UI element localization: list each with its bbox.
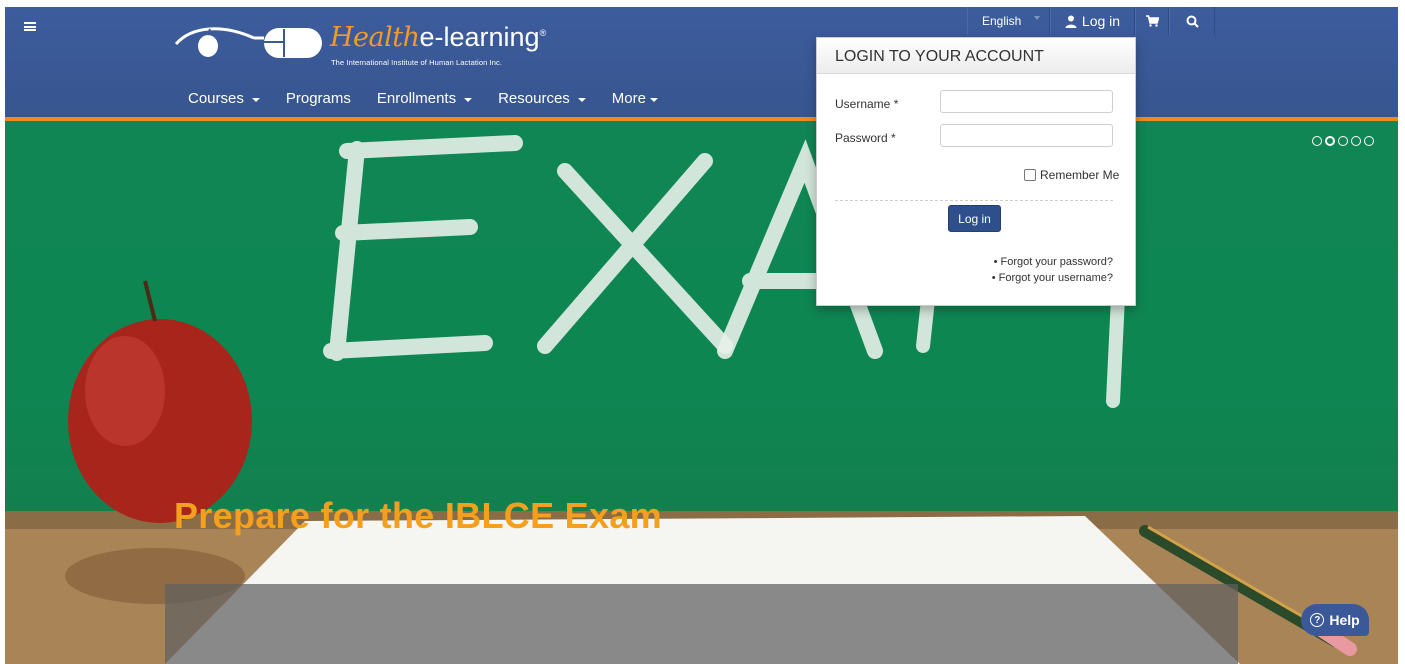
search-icon — [1186, 15, 1199, 28]
forgot-password-link[interactable]: Forgot your password? — [992, 254, 1114, 270]
slider-dot-3[interactable] — [1338, 136, 1348, 146]
login-panel-title: LOGIN TO YOUR ACCOUNT — [817, 38, 1135, 74]
chevron-down-icon — [577, 97, 586, 102]
remember-me-checkbox[interactable] — [1024, 169, 1036, 181]
logo-tagline: The International Institute of Human Lac… — [331, 58, 503, 67]
nav-more[interactable]: More — [612, 90, 658, 107]
forgot-username-link[interactable]: Forgot your username? — [992, 270, 1113, 286]
hamburger-menu-icon[interactable] — [24, 22, 36, 31]
login-divider — [835, 200, 1113, 201]
cart-button[interactable] — [1135, 7, 1169, 35]
nav-enrollments[interactable]: Enrollments — [377, 90, 473, 107]
login-help-links: Forgot your password? Forgot your userna… — [992, 254, 1113, 286]
nav-programs[interactable]: Programs — [286, 90, 351, 107]
chevron-down-icon — [1034, 16, 1040, 20]
login-toggle-button[interactable]: Log in — [1050, 7, 1135, 35]
hero-caption-bar — [165, 584, 1238, 664]
chevron-down-icon — [649, 97, 658, 102]
nav-courses[interactable]: Courses — [188, 90, 260, 107]
main-nav: Courses Programs Enrollments Resources M… — [188, 90, 684, 107]
site-logo[interactable]: Healthe-learning® The International Inst… — [172, 20, 572, 74]
help-button[interactable]: ? Help — [1301, 604, 1369, 636]
remember-me-option[interactable]: Remember Me — [1024, 168, 1119, 182]
chalk-exam-illustration — [5, 121, 1398, 664]
slider-dot-1[interactable] — [1312, 136, 1322, 146]
nav-resources[interactable]: Resources — [498, 90, 586, 107]
password-label: Password * — [835, 131, 896, 145]
search-button[interactable] — [1169, 7, 1215, 35]
slider-pagination — [1312, 136, 1374, 146]
top-utility-bar: English Log in — [967, 7, 1215, 35]
password-input[interactable] — [940, 124, 1113, 147]
cart-icon — [1145, 15, 1159, 27]
mouse-logo-icon — [174, 27, 322, 58]
language-selector[interactable]: English — [967, 7, 1050, 35]
hero-caption-title: Prepare for the IBLCE Exam — [174, 495, 662, 536]
login-submit-button[interactable]: Log in — [948, 205, 1001, 232]
chevron-down-icon — [464, 97, 473, 102]
hero-slider — [5, 121, 1398, 664]
username-label: Username * — [835, 97, 899, 111]
user-icon — [1065, 15, 1077, 28]
remember-me-label: Remember Me — [1040, 168, 1120, 182]
slider-dot-4[interactable] — [1351, 136, 1361, 146]
logo-wordmark: Healthe-learning® — [330, 22, 547, 53]
question-icon: ? — [1310, 613, 1325, 627]
slider-dot-5[interactable] — [1364, 136, 1374, 146]
username-input[interactable] — [940, 90, 1113, 113]
chevron-down-icon — [251, 97, 260, 102]
login-dropdown-panel: LOGIN TO YOUR ACCOUNT Username * Passwor… — [816, 37, 1136, 306]
slider-dot-2[interactable] — [1325, 136, 1335, 146]
